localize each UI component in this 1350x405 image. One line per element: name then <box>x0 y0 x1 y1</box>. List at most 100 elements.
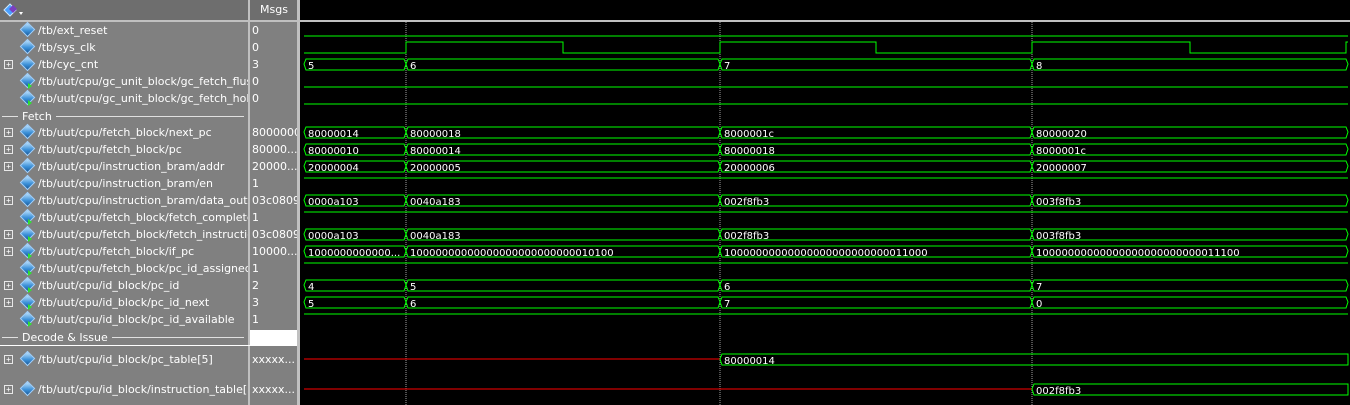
bus-value-label: 8 <box>1036 61 1042 72</box>
bus-value-label: 80000010 <box>308 146 359 157</box>
waveform-trace[interactable]: 1000000000000... 100000000000000000000000… <box>303 245 1349 259</box>
signal-value: xxxxx... <box>252 353 296 366</box>
signal-name: /tb/uut/cpu/fetch_block/fetch_instructio… <box>38 228 248 241</box>
signal-row[interactable]: /tb/ext_reset <box>0 21 248 39</box>
signal-icon <box>19 174 36 191</box>
signal-name: /tb/uut/cpu/instruction_bram/en <box>38 177 213 190</box>
bus-value-label: 10000000000000000000000000011100 <box>1036 248 1240 259</box>
signal-name: /tb/uut/cpu/id_block/pc_id_next <box>38 296 210 309</box>
signal-row[interactable]: + /tb/uut/cpu/fetch_block/pc <box>0 140 248 158</box>
expand-icon[interactable]: + <box>4 162 13 171</box>
signal-value: 3 <box>252 296 259 309</box>
expand-icon[interactable]: + <box>4 355 13 364</box>
signal-icon <box>19 55 36 72</box>
bus-value-label: 5 <box>308 299 314 310</box>
bus-segment <box>405 279 721 292</box>
signal-name: /tb/uut/cpu/id_block/instruction_table[5… <box>38 383 248 396</box>
divider-line <box>111 337 244 338</box>
bus-value-label: 80000014 <box>410 146 461 157</box>
bus-segment <box>303 58 407 71</box>
expand-icon[interactable]: + <box>4 145 13 154</box>
bus-value-label: 003f8fb3 <box>1036 231 1081 242</box>
signal-name: /tb/uut/cpu/fetch_block/fetch_complete <box>38 211 248 224</box>
signal-row[interactable]: + /tb/uut/cpu/instruction_bram/addr <box>0 157 248 175</box>
waveform-trace[interactable]: 80000010 80000014 80000018 8000001c <box>303 143 1349 157</box>
expand-icon[interactable]: + <box>4 281 13 290</box>
signal-row[interactable]: + /tb/uut/cpu/id_block/pc_id_next <box>0 293 248 311</box>
signal-value: 1 <box>252 177 259 190</box>
signal-value: 2 <box>252 279 259 292</box>
signal-value: 8000000c <box>252 126 298 139</box>
signal-value: 3 <box>252 58 259 71</box>
bus-segment <box>303 296 407 309</box>
signal-row[interactable]: /tb/uut/cpu/id_block/pc_id_available <box>0 310 248 328</box>
signal-value: 1 <box>252 262 259 275</box>
bus-segment <box>719 58 1033 71</box>
signal-name: /tb/sys_clk <box>38 41 96 54</box>
signal-row[interactable]: + /tb/uut/cpu/fetch_block/next_pc <box>0 123 248 141</box>
bus-value-label: 10000000000000000000000000010100 <box>410 248 614 259</box>
signal-row[interactable]: /tb/sys_clk <box>0 38 248 56</box>
expand-icon[interactable]: + <box>4 196 13 205</box>
signal-row[interactable]: /tb/uut/cpu/fetch_block/fetch_complete <box>0 208 248 226</box>
expand-icon[interactable]: + <box>4 60 13 69</box>
signal-row[interactable]: /tb/uut/cpu/gc_unit_block/gc_fetch_flush <box>0 72 248 90</box>
signal-icon <box>19 191 36 208</box>
expand-icon[interactable]: + <box>4 247 13 256</box>
waveform-trace[interactable]: 4 5 6 7 <box>303 279 1349 293</box>
waveform-trace[interactable]: 0000a103 0040a183 002f8fb3 003f8fb3 <box>303 228 1349 242</box>
signal-icon <box>19 350 36 367</box>
signal-icon <box>19 123 36 140</box>
waveform-trace[interactable]: 80000014 <box>304 353 1349 367</box>
waveform-trace[interactable]: 20000004 20000005 20000006 20000007 <box>303 160 1349 174</box>
bus-value-label: 80000014 <box>308 129 359 140</box>
waveform-trace[interactable]: 5 6 7 0 <box>303 296 1349 310</box>
signal-name: /tb/uut/cpu/fetch_block/next_pc <box>38 126 212 139</box>
section-divider-decode-issue[interactable]: Decode & Issue <box>0 329 248 346</box>
signal-icon <box>19 140 36 157</box>
bus-value-label: 1000000000000... <box>308 248 400 259</box>
signal-value: 10000... <box>252 245 298 258</box>
waveform-trace[interactable]: 5 6 7 8 <box>303 58 1349 72</box>
section-divider-fetch[interactable]: Fetch <box>0 108 248 125</box>
waveform-trace[interactable]: 80000014 80000018 8000001c 80000020 <box>303 126 1349 140</box>
waveform-trace[interactable]: 002f8fb3 <box>304 383 1349 397</box>
bus-value-label: 20000004 <box>308 163 359 174</box>
expand-icon[interactable]: + <box>4 385 13 394</box>
signal-row[interactable]: + /tb/cyc_cnt <box>0 55 248 73</box>
signal-row[interactable]: /tb/uut/cpu/gc_unit_block/gc_fetch_hold <box>0 89 248 107</box>
signal-row[interactable]: /tb/uut/cpu/instruction_bram/en <box>0 174 248 192</box>
signal-row[interactable]: + /tb/uut/cpu/fetch_block/if_pc <box>0 242 248 260</box>
bus-segment <box>719 296 1033 309</box>
signal-name: /tb/uut/cpu/gc_unit_block/gc_fetch_flush <box>38 75 248 88</box>
signal-name: /tb/uut/cpu/id_block/pc_id <box>38 279 180 292</box>
waveform-pane[interactable]: 5 6 7 8 80000014 80000018 8000001c 80000020 8000… <box>300 0 1350 405</box>
bus-value-label: 0000a103 <box>308 197 359 208</box>
output-arrow-icon <box>28 253 32 259</box>
signal-row[interactable]: + /tb/uut/cpu/fetch_block/fetch_instructi… <box>0 225 248 243</box>
expand-icon[interactable]: + <box>4 128 13 137</box>
bus-value-label: 002f8fb3 <box>1036 386 1081 397</box>
signal-row[interactable]: /tb/uut/cpu/fetch_block/pc_id_assigned <box>0 259 248 277</box>
output-arrow-icon <box>28 270 32 276</box>
signal-value: 0 <box>252 75 259 88</box>
signal-value: 0 <box>252 41 259 54</box>
signal-row[interactable]: + /tb/uut/cpu/id_block/pc_table[5] <box>0 350 248 368</box>
bus-value-label: 0040a183 <box>410 197 461 208</box>
waveform-canvas[interactable]: 5 6 7 880000014 80000018 8000001c 800000208000… <box>300 0 1350 405</box>
waveform-trace[interactable]: 0000a103 0040a183 002f8fb3 003f8fb3 <box>303 194 1349 208</box>
expand-icon[interactable]: + <box>4 230 13 239</box>
divider-line <box>2 337 18 338</box>
signal-value: 1 <box>252 313 259 326</box>
signal-row[interactable]: + /tb/uut/cpu/instruction_bram/data_out <box>0 191 248 209</box>
waveform-trace[interactable] <box>304 41 1348 54</box>
signal-row[interactable]: + /tb/uut/cpu/id_block/instruction_table[… <box>0 380 248 398</box>
expand-icon[interactable]: + <box>4 298 13 307</box>
signal-row[interactable]: + /tb/uut/cpu/id_block/pc_id <box>0 276 248 294</box>
bus-segment <box>1031 296 1349 309</box>
bus-value-label: 80000018 <box>410 129 461 140</box>
signal-name: /tb/uut/cpu/gc_unit_block/gc_fetch_hold <box>38 92 248 105</box>
bus-value-label: 0 <box>1036 299 1042 310</box>
wave-menu-icon[interactable] <box>3 3 25 17</box>
output-arrow-icon <box>28 321 32 327</box>
